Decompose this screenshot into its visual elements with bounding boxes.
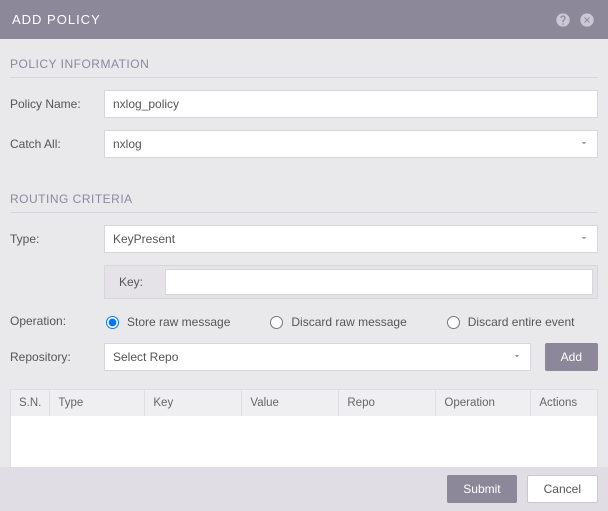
row-catch-all: Catch All: nxlog (10, 130, 598, 158)
radio-discard-event-label: Discard entire event (468, 315, 575, 329)
chevron-down-icon (512, 350, 522, 364)
section-routing-criteria: ROUTING CRITERIA (10, 188, 598, 213)
operation-radios: Store raw message Discard raw message Di… (104, 311, 598, 331)
radio-store-raw-input[interactable] (106, 316, 119, 329)
help-icon[interactable] (554, 11, 572, 29)
row-operation: Operation: Store raw message Discard raw… (10, 311, 598, 331)
titlebar: ADD POLICY (0, 0, 608, 39)
chevron-down-icon (579, 232, 589, 246)
radio-discard-raw-label: Discard raw message (291, 315, 406, 329)
radio-store-raw[interactable]: Store raw message (106, 315, 230, 329)
type-select[interactable]: KeyPresent (104, 225, 598, 253)
label-operation: Operation: (10, 314, 104, 328)
cancel-button[interactable]: Cancel (527, 475, 598, 503)
repository-value: Select Repo (113, 350, 178, 364)
th-actions: Actions (531, 390, 597, 416)
add-button[interactable]: Add (545, 343, 598, 371)
label-key: Key: (105, 275, 165, 289)
policy-name-input[interactable] (104, 90, 598, 118)
catch-all-select[interactable]: nxlog (104, 130, 598, 158)
row-repository: Repository: Select Repo Add (10, 343, 598, 371)
th-operation: Operation (436, 390, 531, 416)
th-value: Value (242, 390, 339, 416)
row-key: Key: (10, 265, 598, 299)
th-sn: S.N. (11, 390, 50, 416)
key-bar: Key: (104, 265, 598, 299)
th-key: Key (145, 390, 242, 416)
radio-discard-event[interactable]: Discard entire event (447, 315, 575, 329)
th-type: Type (50, 390, 145, 416)
label-type: Type: (10, 232, 104, 246)
criteria-table: S.N. Type Key Value Repo Operation Actio… (10, 389, 598, 467)
label-catch-all: Catch All: (10, 137, 104, 151)
table-header-row: S.N. Type Key Value Repo Operation Actio… (11, 390, 597, 416)
label-policy-name: Policy Name: (10, 97, 104, 111)
radio-discard-event-input[interactable] (447, 316, 460, 329)
radio-discard-raw[interactable]: Discard raw message (270, 315, 406, 329)
label-repository: Repository: (10, 350, 104, 364)
radio-discard-raw-input[interactable] (270, 316, 283, 329)
add-policy-dialog: ADD POLICY POLICY INFORMATION Policy Nam… (0, 0, 608, 511)
dialog-content: POLICY INFORMATION Policy Name: Catch Al… (0, 39, 608, 467)
row-policy-name: Policy Name: (10, 90, 598, 118)
th-repo: Repo (339, 390, 436, 416)
dialog-footer: Submit Cancel (0, 467, 608, 511)
row-type: Type: KeyPresent (10, 225, 598, 253)
type-value: KeyPresent (113, 232, 175, 246)
key-input[interactable] (165, 269, 593, 295)
radio-store-raw-label: Store raw message (127, 315, 230, 329)
close-icon[interactable] (578, 11, 596, 29)
section-policy-information: POLICY INFORMATION (10, 53, 598, 78)
dialog-title: ADD POLICY (12, 12, 548, 27)
catch-all-value: nxlog (113, 137, 142, 151)
repository-select[interactable]: Select Repo (104, 343, 531, 371)
chevron-down-icon (579, 137, 589, 151)
submit-button[interactable]: Submit (447, 475, 516, 503)
